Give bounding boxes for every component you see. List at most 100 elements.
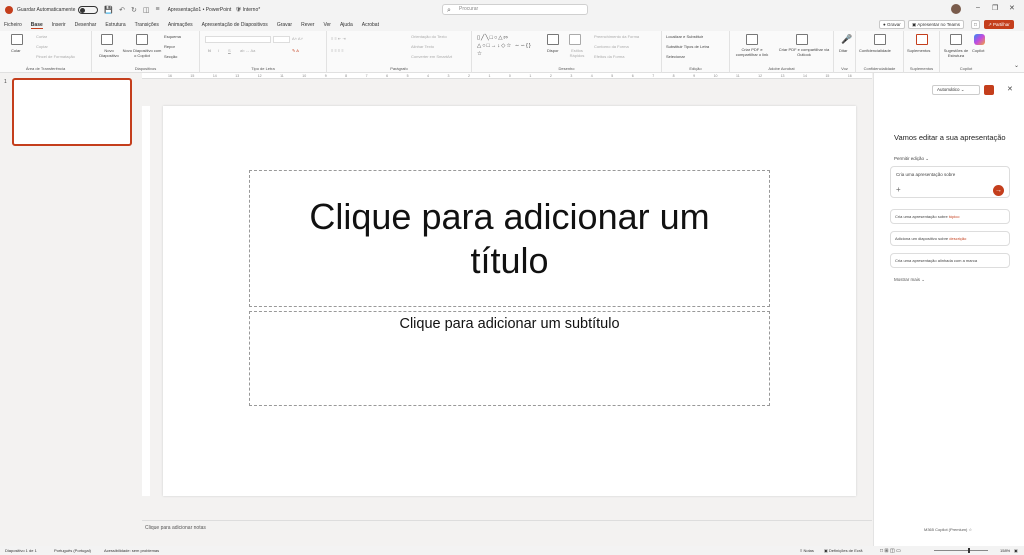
- restore-icon[interactable]: ❐: [992, 4, 998, 12]
- shape-fill-button[interactable]: Preenchimento da Forma: [594, 34, 639, 39]
- layout-button[interactable]: Esquema: [164, 34, 181, 39]
- font-size-dropdown[interactable]: [273, 36, 290, 43]
- search-input[interactable]: ⌕ Procurar: [442, 4, 588, 15]
- suggestion-topic[interactable]: Cria uma apresentação sobre tópico: [890, 209, 1010, 224]
- arrange-button[interactable]: Dispor: [547, 48, 559, 53]
- title-placeholder[interactable]: Clique para adicionar um título: [249, 170, 770, 307]
- smartart-button[interactable]: Converter em SmartArt: [411, 54, 452, 59]
- notes-pane[interactable]: Clique para adicionar notas: [142, 520, 872, 544]
- find-replace-button[interactable]: Localizar e Substituir: [666, 34, 703, 39]
- paste-button[interactable]: Colar: [11, 48, 21, 53]
- italic-button[interactable]: I: [218, 48, 219, 53]
- select-button[interactable]: Selecionar: [666, 54, 685, 59]
- slide-count: Diapositivo 1 de 1: [5, 548, 37, 553]
- font-name-dropdown[interactable]: [205, 36, 271, 43]
- shapes-gallery[interactable]: ▯╱╲□○△⇰ △○□→↓◇☆ ∼∽{}☆: [477, 34, 537, 58]
- tab-transicoes[interactable]: Transições: [135, 22, 159, 28]
- show-more-label: Mostrar mais: [894, 277, 921, 282]
- add-icon[interactable]: +: [896, 185, 901, 194]
- language-status[interactable]: Português (Portugal): [54, 548, 91, 553]
- customize-toolbar-icon[interactable]: ≡: [155, 6, 159, 13]
- tab-desenhar[interactable]: Desenhar: [75, 22, 97, 28]
- quick-styles-button[interactable]: Estilos Rápidos: [567, 48, 587, 58]
- bold-button[interactable]: N: [208, 48, 211, 53]
- new-chat-icon[interactable]: [984, 85, 994, 95]
- suggestion-brand[interactable]: Cria uma apresentação alinhada com a mar…: [890, 253, 1010, 268]
- tab-base[interactable]: Base: [30, 22, 43, 29]
- tab-inserir[interactable]: Inserir: [52, 22, 66, 28]
- save-icon[interactable]: 💾: [104, 6, 113, 14]
- tab-animacoes[interactable]: Animações: [168, 22, 193, 28]
- sensitivity-button[interactable]: Confidencialidade: [859, 48, 891, 53]
- addins-icon: [916, 34, 928, 45]
- font-color-icon[interactable]: ab ↔ Aa: [240, 48, 255, 53]
- shape-outline-button[interactable]: Contorno da Forma: [594, 44, 629, 49]
- shape-effects-button[interactable]: Efeitos da Forma: [594, 54, 624, 59]
- zoom-slider[interactable]: [934, 550, 988, 551]
- tab-ficheiro[interactable]: Ficheiro: [4, 22, 22, 28]
- new-slide-copilot-button[interactable]: Novo Diapositivo com o Copilot: [122, 48, 162, 58]
- present-teams-button[interactable]: ▣ Apresentar no Teams: [908, 20, 964, 29]
- redo-icon[interactable]: ↻: [131, 6, 137, 14]
- align-text-button[interactable]: Alinhar Texto: [411, 44, 434, 49]
- tab-ver[interactable]: Ver: [323, 22, 331, 28]
- create-pdf-outlook-button[interactable]: Criar PDF e compartilhar via Outlook: [776, 47, 832, 57]
- notes-toggle[interactable]: ≡ Notas: [800, 548, 814, 553]
- align-icons[interactable]: ≡ ≡ ≡ ≡: [331, 48, 344, 53]
- replace-fonts-button[interactable]: Substituir Tipos de Letra: [666, 44, 709, 49]
- tab-apresentacao[interactable]: Apresentação de Diapositivos: [202, 22, 268, 28]
- cut-button[interactable]: Cortar: [36, 34, 47, 39]
- present-from-start-icon[interactable]: ◫: [143, 6, 150, 14]
- ruler-tick: 11: [280, 74, 284, 78]
- permission-label: Permitir edição: [894, 156, 925, 161]
- grow-font-icon[interactable]: A˄ A˅: [292, 36, 303, 41]
- tab-estrutura[interactable]: Estrutura: [105, 22, 125, 28]
- tab-ajuda[interactable]: Ajuda: [340, 22, 353, 28]
- highlight-color-icon[interactable]: ✎ A: [292, 48, 299, 53]
- clipboard-group: Colar Cortar Copiar Pincel de Formatação…: [0, 31, 92, 73]
- create-pdf-link-button[interactable]: Criar PDF e compartilhar o link: [732, 47, 772, 57]
- close-window-icon[interactable]: ✕: [1009, 4, 1015, 12]
- autosave-toggle[interactable]: [78, 5, 99, 14]
- undo-icon[interactable]: ↶: [119, 6, 125, 14]
- accessibility-status[interactable]: Acessibilidade: sem problemas: [104, 548, 159, 553]
- share-button[interactable]: ↗ Partilhar: [984, 20, 1014, 29]
- format-painter-button[interactable]: Pincel de Formatação: [36, 54, 75, 59]
- designer-button[interactable]: Sugestões de Estrutura: [942, 48, 970, 58]
- underline-button[interactable]: S: [228, 48, 231, 53]
- addins-button[interactable]: Suplementos: [907, 48, 930, 53]
- dictate-button[interactable]: Ditar: [839, 48, 847, 53]
- minimize-icon[interactable]: –: [976, 4, 980, 11]
- permission-dropdown[interactable]: Permitir edição ⌄: [894, 156, 929, 162]
- comments-icon[interactable]: □: [971, 20, 980, 29]
- fit-to-window-icon[interactable]: ▣: [1014, 548, 1018, 553]
- zoom-level[interactable]: 158%: [1000, 548, 1010, 553]
- sensitivity-label[interactable]: Interno*: [243, 7, 261, 13]
- new-slide-button[interactable]: Novo Diapositivo: [97, 48, 121, 58]
- close-pane-icon[interactable]: ✕: [1007, 85, 1013, 93]
- addins-group-label: Suplementos: [909, 66, 934, 71]
- suggestion-slide[interactable]: Adiciona um diapositivo sobre descrição: [890, 231, 1010, 246]
- avatar[interactable]: [951, 4, 961, 14]
- send-icon[interactable]: →: [993, 185, 1004, 196]
- font-group-label: Tipo de Letra: [251, 66, 275, 71]
- tab-acrobat[interactable]: Acrobat: [362, 22, 379, 28]
- section-button[interactable]: Secção: [164, 54, 177, 59]
- reset-button[interactable]: Repor: [164, 44, 175, 49]
- bullets-icon[interactable]: ≡ ≡ ⇤ ⇥: [331, 36, 346, 41]
- copilot-prompt-input[interactable]: Cria uma apresentação sobre + →: [890, 166, 1010, 198]
- view-buttons[interactable]: □ ⊞ ◫ ▭: [880, 548, 901, 554]
- copilot-mode-dropdown[interactable]: Automático ⌄: [932, 85, 980, 95]
- collapse-ribbon-icon[interactable]: ⌄: [1014, 62, 1019, 69]
- zoom-slider-thumb[interactable]: [967, 548, 970, 553]
- slide-thumbnail[interactable]: [12, 78, 132, 146]
- tab-gravar[interactable]: Gravar: [277, 22, 292, 28]
- copy-button[interactable]: Copiar: [36, 44, 48, 49]
- show-more-button[interactable]: Mostrar mais ⌄: [894, 277, 925, 283]
- subtitle-placeholder[interactable]: Clique para adicionar um subtítulo: [249, 311, 770, 406]
- copilot-button[interactable]: Copilot: [972, 48, 984, 53]
- record-button[interactable]: ● Gravar: [879, 20, 905, 29]
- text-direction-button[interactable]: Orientação do Texto: [411, 34, 447, 39]
- display-settings[interactable]: ▣ Definições de Ecrã: [824, 548, 862, 553]
- tab-rever[interactable]: Rever: [301, 22, 314, 28]
